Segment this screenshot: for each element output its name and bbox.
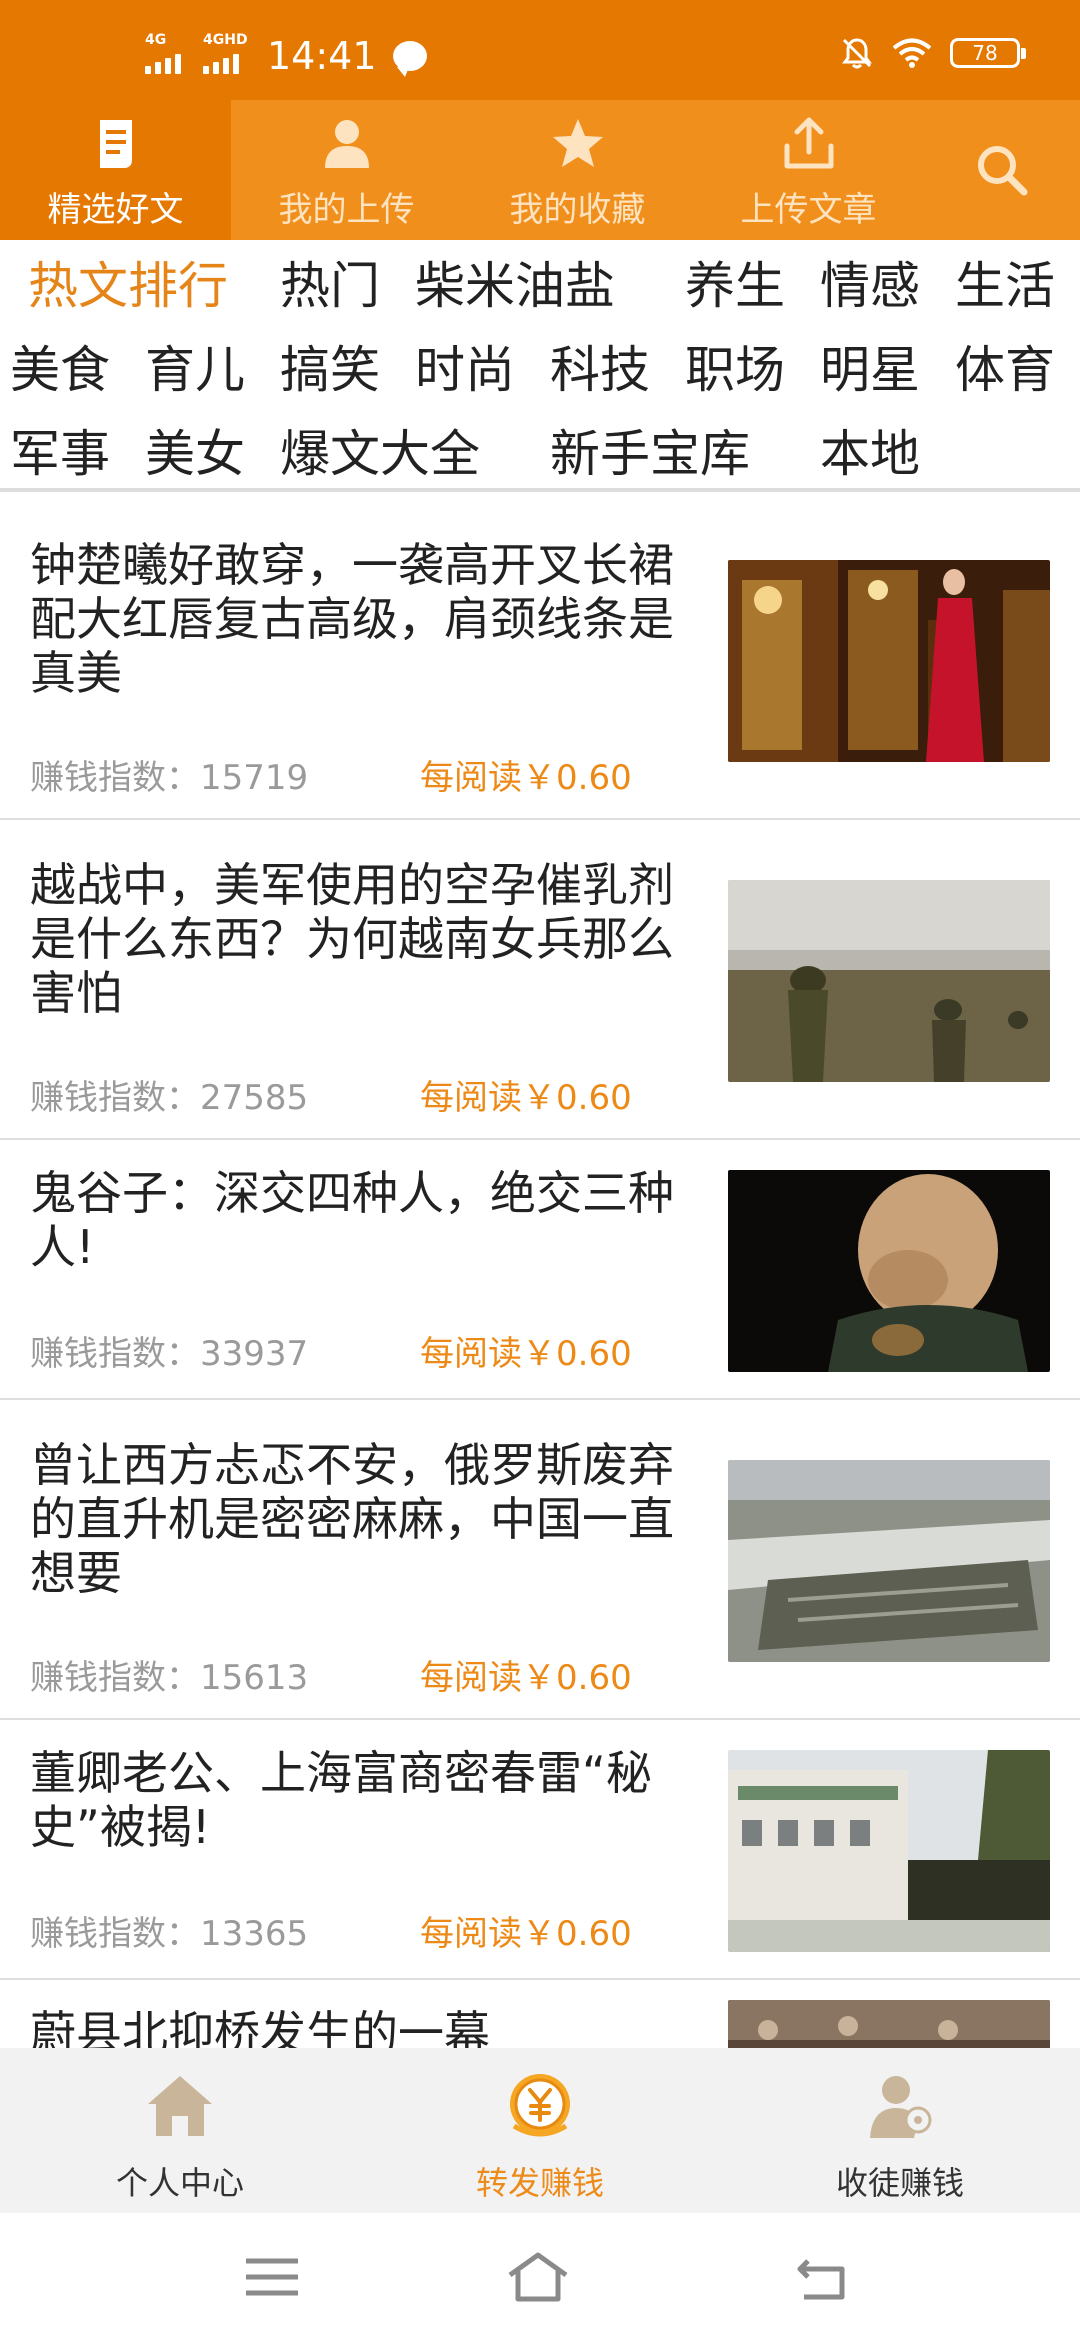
article-thumbnail — [728, 1750, 1050, 1952]
tab-featured[interactable]: 精选好文 — [0, 100, 231, 240]
article-title: 曾让西方忐忑不安，俄罗斯废弃的直升机是密密麻麻，中国一直想要 — [30, 1438, 674, 1600]
article-reward: 每阅读￥0.60 — [420, 758, 632, 798]
back-icon[interactable] — [790, 2247, 854, 2307]
upload-icon — [784, 117, 833, 169]
chat-notification-icon — [392, 41, 427, 77]
person-add-icon — [870, 2076, 932, 2138]
yuan-coin-icon — [510, 2074, 570, 2137]
article-reward: 每阅读￥0.60 — [420, 1078, 632, 1118]
tab-upload-article-label: 上传文章 — [740, 190, 877, 230]
category-selector: 热文排行 热门 柴米油盐 养生 情感 生活 美食 育儿 搞笑 时尚 科技 职场 … — [0, 240, 1080, 492]
category-item[interactable]: 热门 — [280, 256, 380, 316]
tab-my-favorites-label: 我的收藏 — [509, 190, 646, 230]
article-title: 钟楚曦好敢穿，一袭高开叉长裙配大红唇复古高级，肩颈线条是真美 — [30, 538, 674, 700]
status-right: 78 — [840, 36, 1026, 70]
article-reward: 每阅读￥0.60 — [420, 1334, 632, 1374]
article-title: 越战中，美军使用的空孕催乳剂是什么东西？为何越南女兵那么害怕 — [30, 858, 674, 1020]
nav-recruit-earn[interactable]: 收徒赚钱 — [720, 2048, 1080, 2213]
category-item[interactable]: 职场 — [685, 340, 785, 400]
article-thumbnail — [728, 1460, 1050, 1662]
search-icon — [978, 146, 1028, 196]
article-title: 鬼谷子：深交四种人，绝交三种人! — [30, 1166, 674, 1274]
signal-2-icon: 4GHD — [203, 32, 251, 76]
article-reward: 每阅读￥0.60 — [420, 1914, 632, 1954]
menu-icon[interactable] — [240, 2247, 304, 2307]
category-item[interactable]: 美女 — [145, 424, 245, 484]
battery-indicator: 78 — [950, 38, 1026, 68]
signal-1-icon: 4G — [145, 32, 193, 76]
category-item[interactable]: 情感 — [820, 256, 920, 316]
nav-personal-center[interactable]: 个人中心 — [0, 2048, 360, 2213]
status-left: 4G 4GHD 14:41 — [145, 32, 427, 78]
article-item[interactable]: 曾让西方忐忑不安，俄罗斯废弃的直升机是密密麻麻，中国一直想要 赚钱指数：1561… — [0, 1400, 1080, 1720]
category-item[interactable]: 爆文大全 — [280, 424, 480, 484]
category-item[interactable]: 生活 — [955, 256, 1055, 316]
article-title: 蔚县北抑桥发生的一幕 — [30, 2006, 490, 2048]
category-item[interactable]: 育儿 — [145, 340, 245, 400]
category-item[interactable]: 柴米油盐 — [415, 256, 615, 316]
tab-featured-label: 精选好文 — [47, 190, 184, 230]
article-item[interactable]: 鬼谷子：深交四种人，绝交三种人! 赚钱指数：33937 每阅读￥0.60 — [0, 1140, 1080, 1400]
home-nav-icon[interactable] — [506, 2247, 570, 2307]
category-item[interactable]: 军事 — [10, 424, 110, 484]
article-reward: 每阅读￥0.60 — [420, 1658, 632, 1698]
category-item[interactable]: 本地 — [820, 424, 920, 484]
star-icon — [552, 119, 603, 167]
article-item[interactable]: 蔚县北抑桥发生的一幕 — [0, 1980, 1080, 2048]
top-tab-bar: 精选好文 我的上传 我的收藏 上传文章 — [0, 100, 1080, 240]
article-thumbnail — [728, 2000, 1050, 2048]
nav-recruit-earn-label: 收徒赚钱 — [835, 2164, 964, 2202]
category-item[interactable]: 搞笑 — [280, 340, 380, 400]
article-earn-index: 赚钱指数：27585 — [30, 1078, 309, 1118]
tab-my-uploads[interactable]: 我的上传 — [231, 100, 462, 240]
nav-personal-center-label: 个人中心 — [115, 2164, 244, 2202]
category-item[interactable]: 新手宝库 — [550, 424, 750, 484]
article-earn-index: 赚钱指数：13365 — [30, 1914, 309, 1954]
search-button[interactable] — [924, 100, 1080, 240]
article-earn-index: 赚钱指数：33937 — [30, 1334, 309, 1374]
category-item[interactable]: 明星 — [820, 340, 920, 400]
system-navigation-bar — [0, 2213, 1080, 2340]
app-screen: 4G 4GHD 14:41 78 精选好文 我的上传 我的收藏 上传文章 热文排… — [0, 0, 1080, 2340]
article-earn-index: 赚钱指数：15719 — [30, 758, 309, 798]
article-thumbnail — [728, 880, 1050, 1082]
category-item[interactable]: 养生 — [685, 256, 785, 316]
category-item[interactable]: 科技 — [550, 340, 650, 400]
article-earn-index: 赚钱指数：15613 — [30, 1658, 309, 1698]
nav-share-earn-label: 转发赚钱 — [475, 2164, 604, 2202]
nav-share-earn[interactable]: 转发赚钱 — [360, 2048, 720, 2213]
category-item[interactable]: 时尚 — [415, 340, 515, 400]
article-list: 钟楚曦好敢穿，一袭高开叉长裙配大红唇复古高级，肩颈线条是真美 赚钱指数：1571… — [0, 500, 1080, 2048]
article-item[interactable]: 越战中，美军使用的空孕催乳剂是什么东西？为何越南女兵那么害怕 赚钱指数：2758… — [0, 820, 1080, 1140]
home-icon — [148, 2076, 212, 2136]
article-thumbnail — [728, 560, 1050, 762]
category-item[interactable]: 美食 — [10, 340, 110, 400]
tab-upload-article[interactable]: 上传文章 — [693, 100, 924, 240]
clock: 14:41 — [267, 34, 377, 78]
article-item[interactable]: 董卿老公、上海富商密春雷“秘史”被揭! 赚钱指数：13365 每阅读￥0.60 — [0, 1720, 1080, 1980]
article-title: 董卿老公、上海富商密春雷“秘史”被揭! — [30, 1746, 652, 1854]
tab-my-uploads-label: 我的上传 — [278, 190, 415, 230]
article-item[interactable]: 钟楚曦好敢穿，一袭高开叉长裙配大红唇复古高级，肩颈线条是真美 赚钱指数：1571… — [0, 500, 1080, 820]
wifi-icon — [892, 38, 932, 68]
category-hot-ranking[interactable]: 热文排行 — [28, 256, 228, 316]
document-icon — [99, 120, 132, 168]
article-thumbnail — [728, 1170, 1050, 1372]
category-item[interactable]: 体育 — [955, 340, 1055, 400]
tab-my-favorites[interactable]: 我的收藏 — [462, 100, 693, 240]
status-bar: 4G 4GHD 14:41 78 — [0, 0, 1080, 100]
user-icon — [324, 120, 369, 168]
bottom-navigation: 个人中心 转发赚钱 收徒赚钱 — [0, 2048, 1080, 2213]
mute-bell-icon — [842, 38, 872, 69]
